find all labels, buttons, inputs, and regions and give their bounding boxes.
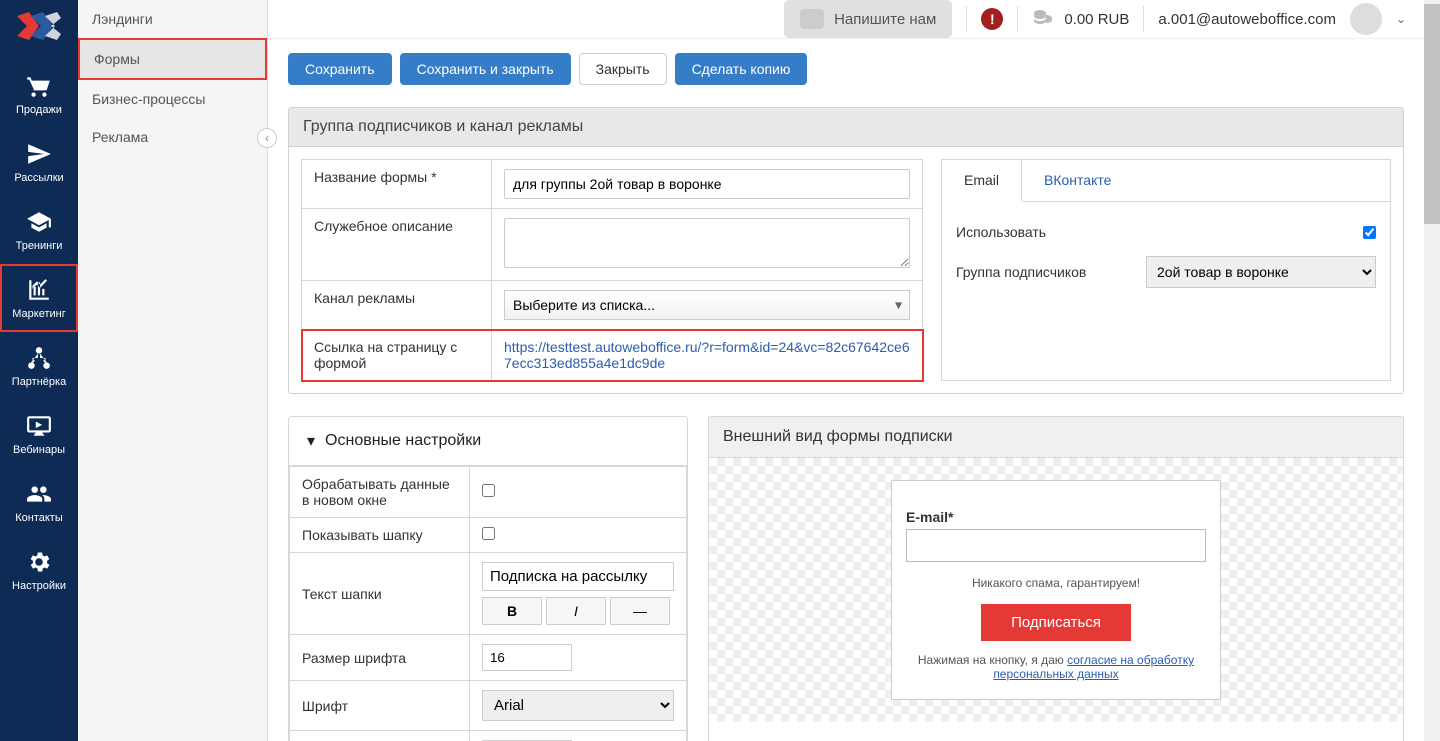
font-label: Шрифт — [290, 681, 470, 731]
preview-email-label: E-mail* — [906, 509, 1206, 525]
tab-email[interactable]: Email — [942, 160, 1022, 202]
cart-icon — [25, 72, 53, 100]
logo-icon — [17, 12, 61, 40]
nav-contacts[interactable]: Контакты — [0, 468, 78, 536]
nav-marketing[interactable]: Маркетинг — [0, 264, 78, 332]
preview-consent-text: Нажимая на кнопку, я даю согласие на обр… — [906, 653, 1206, 681]
vertical-scrollbar[interactable] — [1424, 0, 1440, 741]
content: Напишите нам ! 0.00 RUB a.001@autoweboff… — [268, 0, 1424, 741]
chat-label: Напишите нам — [834, 11, 936, 28]
show-header-checkbox[interactable] — [482, 527, 495, 540]
save-close-button[interactable]: Сохранить и закрыть — [400, 53, 571, 85]
network-icon — [25, 344, 53, 372]
font-select[interactable]: Arial — [482, 690, 674, 721]
channel-select[interactable]: Выберите из списка... — [504, 290, 910, 320]
main-sidebar: Продажи Рассылки Тренинги Маркетинг Парт… — [0, 0, 78, 741]
preview-form: E-mail* Никакого спама, гарантируем! Под… — [891, 480, 1221, 700]
balance-display[interactable]: 0.00 RUB — [1032, 5, 1129, 33]
use-checkbox[interactable] — [1363, 226, 1376, 239]
form-settings-table: Название формы * Служебное описание Кана… — [301, 159, 923, 381]
link-label: Ссылка на страницу с формой — [302, 330, 492, 381]
channel-label: Канал рекламы — [302, 281, 492, 330]
form-page-link[interactable]: https://testtest.autoweboffice.ru/?r=for… — [504, 339, 910, 371]
action-buttons: Сохранить Сохранить и закрыть Закрыть Сд… — [268, 39, 1424, 99]
new-window-label: Обрабатывать данные в новом окне — [290, 467, 470, 518]
basic-settings-panel: ▾ Основные настройки Обрабатывать данные… — [288, 416, 688, 741]
graduation-icon — [25, 208, 53, 236]
basic-settings-toggle[interactable]: ▾ Основные настройки — [289, 417, 687, 466]
tab-vkontakte[interactable]: ВКонтакте — [1022, 160, 1133, 201]
nav-affiliate[interactable]: Партнёрка — [0, 332, 78, 400]
nav-label: Вебинары — [13, 444, 65, 456]
close-button[interactable]: Закрыть — [579, 53, 667, 85]
coins-icon — [1032, 5, 1056, 33]
divider — [1143, 6, 1144, 32]
panel-title: Группа подписчиков и канал рекламы — [289, 108, 1403, 147]
divider — [966, 6, 967, 32]
subnav-processes[interactable]: Бизнес-процессы — [78, 80, 267, 118]
header-text-input[interactable] — [482, 562, 674, 591]
send-icon — [25, 140, 53, 168]
gear-icon — [25, 548, 53, 576]
subnav-landings[interactable]: Лэндинги — [78, 0, 267, 38]
nav-webinars[interactable]: Вебинары — [0, 400, 78, 468]
copy-button[interactable]: Сделать копию — [675, 53, 808, 85]
form-name-label: Название формы * — [302, 160, 492, 209]
bold-button[interactable]: B — [482, 597, 542, 625]
nav-label: Контакты — [15, 512, 63, 524]
preview-spam-note: Никакого спама, гарантируем! — [906, 576, 1206, 590]
preview-email-input[interactable] — [906, 529, 1206, 562]
balance-value: 0.00 RUB — [1064, 11, 1129, 28]
monitor-icon — [25, 412, 53, 440]
group-label: Группа подписчиков — [956, 264, 1086, 280]
nav-sales[interactable]: Продажи — [0, 60, 78, 128]
header-text-label: Текст шапки — [290, 553, 470, 635]
channel-card: Email ВКонтакте Использовать Группа подп… — [941, 159, 1391, 381]
group-select[interactable]: 2ой товар в воронке — [1146, 256, 1376, 288]
warning-badge[interactable]: ! — [981, 8, 1003, 30]
divider — [1017, 6, 1018, 32]
user-menu-caret[interactable]: ⌄ — [1396, 12, 1406, 26]
nav-label: Маркетинг — [12, 308, 65, 320]
font-size-label: Размер шрифта — [290, 635, 470, 681]
italic-button[interactable]: I — [546, 597, 606, 625]
nav-settings[interactable]: Настройки — [0, 536, 78, 604]
preview-subscribe-button[interactable]: Подписаться — [981, 604, 1131, 641]
scrollbar-thumb[interactable] — [1424, 4, 1440, 224]
collapse-subnav-button[interactable]: ‹ — [257, 128, 277, 148]
nav-label: Партнёрка — [12, 376, 66, 388]
desc-label: Служебное описание — [302, 209, 492, 281]
subnav-ads[interactable]: Реклама — [78, 118, 267, 156]
new-window-checkbox[interactable] — [482, 484, 495, 497]
font-size-input[interactable] — [482, 644, 572, 671]
nav-label: Тренинги — [16, 240, 63, 252]
save-button[interactable]: Сохранить — [288, 53, 392, 85]
nav-trainings[interactable]: Тренинги — [0, 196, 78, 264]
color-label: Цвет шрифта — [290, 731, 470, 741]
preview-title: Внешний вид формы подписки — [709, 417, 1403, 458]
desc-textarea[interactable] — [504, 218, 910, 268]
subscribers-panel: Группа подписчиков и канал рекламы Назва… — [288, 107, 1404, 394]
topbar: Напишите нам ! 0.00 RUB a.001@autoweboff… — [268, 0, 1424, 39]
nav-mailings[interactable]: Рассылки — [0, 128, 78, 196]
channel-tabs: Email ВКонтакте — [942, 160, 1390, 202]
user-email[interactable]: a.001@autoweboffice.com — [1158, 11, 1336, 28]
show-header-label: Показывать шапку — [290, 518, 470, 553]
nav-label: Настройки — [12, 580, 66, 592]
subnav-forms[interactable]: Формы — [78, 38, 267, 80]
preview-panel: Внешний вид формы подписки E-mail* Никак… — [708, 416, 1404, 741]
sub-sidebar: Лэндинги Формы Бизнес-процессы Реклама ‹ — [78, 0, 268, 741]
chart-icon — [25, 276, 53, 304]
use-label: Использовать — [956, 224, 1046, 240]
user-avatar[interactable] — [1350, 3, 1382, 35]
chat-icon — [800, 9, 824, 29]
users-icon — [25, 480, 53, 508]
nav-label: Продажи — [16, 104, 62, 116]
strike-button[interactable]: — — [610, 597, 670, 625]
form-name-input[interactable] — [504, 169, 910, 199]
chevron-down-icon: ▾ — [307, 431, 315, 451]
chat-button[interactable]: Напишите нам — [784, 0, 952, 38]
nav-label: Рассылки — [14, 172, 63, 184]
